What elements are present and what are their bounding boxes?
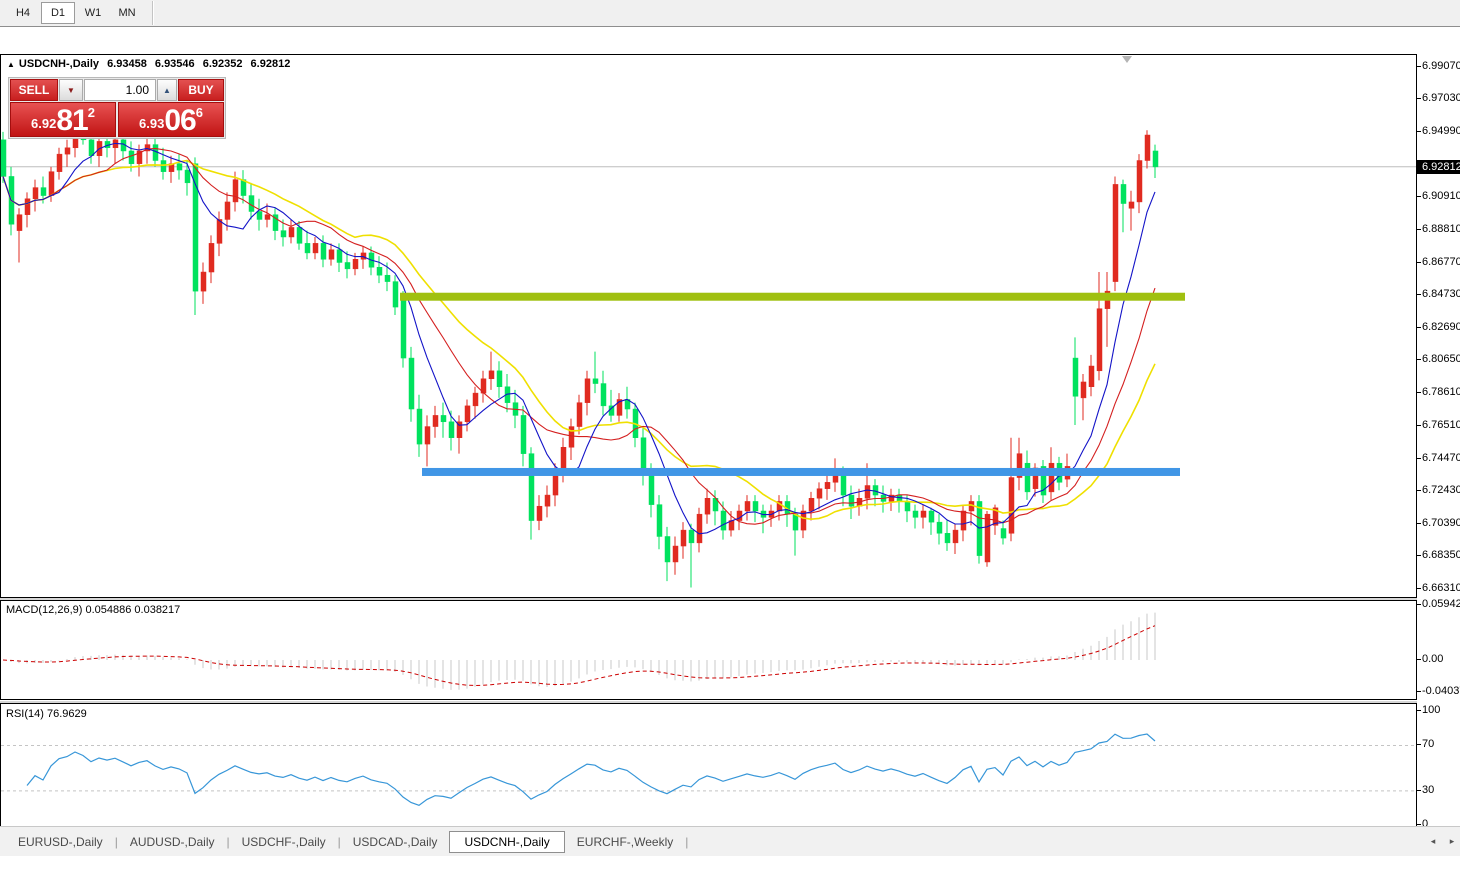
sell-price-box[interactable]: 6.92 81 2: [10, 102, 116, 137]
timeframe-button-mn[interactable]: MN: [111, 3, 143, 23]
chart-tab-usdchf[interactable]: USDCHF-,Daily: [230, 832, 338, 852]
volume-increase-button[interactable]: ▲: [157, 79, 177, 101]
timeframe-toolbar: H4 D1 W1 MN: [0, 0, 1460, 27]
buy-price-pip: 6: [195, 105, 203, 120]
symbol-name: USDCNH-,Daily: [18, 58, 99, 70]
price-axis-label: 6.70390: [1417, 516, 1460, 529]
sell-price-pip: 2: [87, 105, 95, 120]
macd-axis-label: -0.040371: [1417, 685, 1460, 697]
timeframe-button-h4[interactable]: H4: [7, 3, 39, 23]
price-axis-label: 6.94990: [1417, 124, 1460, 137]
tab-divider: |: [685, 834, 689, 849]
rsi-axis-label: 30: [1416, 783, 1435, 796]
macd-axis-label: 0.00: [1416, 653, 1444, 665]
chart-tabs: EURUSD-,Daily | AUDUSD-,Daily | USDCHF-,Dail…: [6, 830, 688, 853]
timeframe-button-d1[interactable]: D1: [41, 2, 75, 24]
macd-pane: [0, 600, 1417, 700]
rsi-axis-label: 100: [1416, 704, 1441, 717]
chart-canvas: [0, 54, 1417, 836]
buy-price-box[interactable]: 6.93 06 6: [118, 102, 224, 137]
price-axis-label: 6.74470: [1417, 451, 1460, 464]
chart-tab-eurchf[interactable]: EURCHF-,Weekly: [565, 832, 685, 852]
rsi-indicator-label: RSI(14) 76.9629: [6, 708, 87, 720]
macd-indicator-label: MACD(12,26,9) 0.054886 0.038217: [6, 604, 181, 616]
chevron-down-icon: ▼: [67, 85, 75, 95]
price-axis-label: 6.90910: [1417, 189, 1460, 202]
rsi-axis-label: 70: [1416, 738, 1435, 751]
timeframe-buttons: H4 D1 W1 MN: [6, 2, 144, 24]
price-axis-label: 6.86770: [1417, 255, 1460, 268]
chart-tab-usdcad[interactable]: USDCAD-,Daily: [341, 832, 450, 852]
tab-scroll-left-icon[interactable]: ◂: [1427, 834, 1439, 848]
price-axis-label: 6.88810: [1417, 223, 1460, 236]
chart-tab-eurusd[interactable]: EURUSD-,Daily: [6, 832, 115, 852]
terminal-window: H4 D1 W1 MN ▲ USDCNH-,Daily 6.93458 6.93546 …: [0, 0, 1460, 856]
chart-tab-bar: EURUSD-,Daily | AUDUSD-,Daily | USDCHF-,Dail…: [0, 826, 1460, 856]
one-click-trading-widget: SELL ▼ 1.00 ▲ BUY 6.92 81 2 6.93 06 6: [8, 77, 226, 139]
sell-price-prefix: 6.92: [31, 116, 57, 131]
macd-axis-label: 0.059422: [1417, 598, 1460, 610]
sell-price-big: 81: [56, 104, 88, 137]
rsi-pane: [0, 703, 1417, 832]
ohlc-close: 6.92812: [250, 58, 291, 70]
up-triangle-icon: ▲: [7, 60, 15, 69]
price-axis-label: 6.66310: [1417, 581, 1460, 594]
chevron-up-icon: ▲: [163, 85, 171, 95]
price-axis-label: 6.84730: [1417, 288, 1460, 301]
price-axis-label: 6.76510: [1417, 419, 1460, 432]
buy-price-big: 06: [164, 104, 196, 137]
scroll-shift-marker-icon[interactable]: [1122, 56, 1132, 63]
ohlc-high: 6.93546: [154, 58, 195, 70]
symbol-ohlc-line: ▲ USDCNH-,Daily 6.93458 6.93546 6.92352 6…: [7, 58, 295, 70]
price-axis-label: 6.82690: [1417, 320, 1460, 333]
timeframe-button-w1[interactable]: W1: [77, 3, 109, 23]
tab-scroll-right-icon[interactable]: ▸: [1446, 834, 1458, 848]
ohlc-open: 6.93458: [107, 58, 147, 70]
chart-tab-usdcnh[interactable]: USDCNH-,Daily: [449, 831, 565, 853]
sell-button[interactable]: SELL: [10, 79, 58, 101]
price-axis-label: 6.99070: [1417, 60, 1460, 72]
price-axis-label: 6.72430: [1417, 484, 1460, 497]
price-axis-label: 6.80650: [1417, 353, 1460, 366]
support-line[interactable]: [422, 467, 1180, 476]
resistance-line[interactable]: [400, 292, 1185, 301]
chart-region: ▲ USDCNH-,Daily 6.93458 6.93546 6.92352 6…: [0, 27, 1460, 847]
volume-input[interactable]: 1.00: [84, 79, 156, 101]
buy-button[interactable]: BUY: [178, 79, 224, 101]
volume-decrease-button[interactable]: ▼: [59, 79, 83, 101]
chart-tab-audusd[interactable]: AUDUSD-,Daily: [118, 832, 227, 852]
current-price-badge: 6.92812: [1417, 159, 1460, 174]
price-axis-label: 6.68350: [1417, 549, 1460, 562]
buy-price-prefix: 6.93: [139, 116, 165, 131]
toolbar-separator: [152, 1, 154, 25]
ohlc-low: 6.92352: [202, 58, 243, 70]
price-axis-label: 6.97030: [1417, 92, 1460, 105]
price-axis-label: 6.78610: [1417, 385, 1460, 398]
